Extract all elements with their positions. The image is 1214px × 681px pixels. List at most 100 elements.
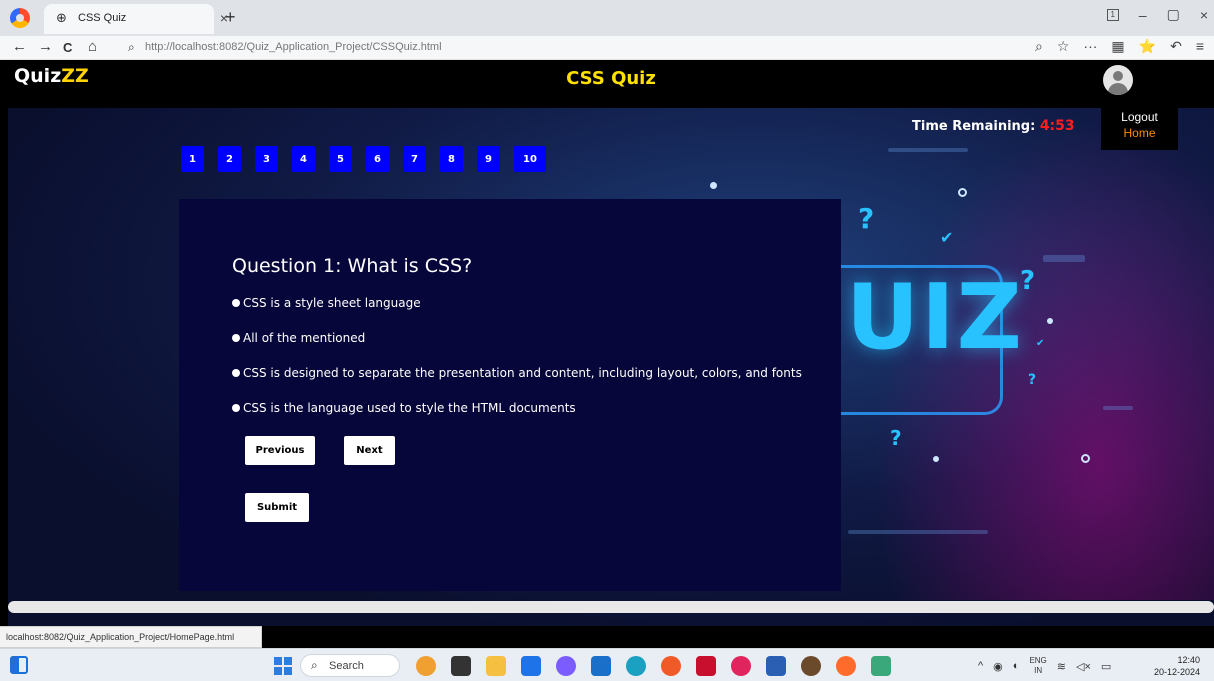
wifi-icon[interactable]: ≋ — [1057, 660, 1066, 673]
question-number-button[interactable]: 6 — [366, 146, 389, 172]
widgets-icon[interactable] — [10, 656, 28, 674]
search-icon: ⌕ — [311, 658, 318, 672]
question-number-button[interactable]: 5 — [329, 146, 352, 172]
tab-count-icon[interactable]: 1 — [1106, 8, 1119, 21]
question-number-button[interactable]: 4 — [292, 146, 315, 172]
lang-region: IN — [1034, 666, 1043, 675]
submit-button[interactable]: Submit — [245, 493, 309, 522]
apps-icon[interactable]: ▦ — [1111, 38, 1124, 55]
taskbar-search[interactable]: ⌕ Search — [300, 654, 400, 677]
home-link[interactable]: Home — [1101, 126, 1178, 140]
close-window-icon[interactable]: × — [1200, 7, 1208, 23]
dot-decoration — [710, 182, 717, 189]
user-menu: Logout Home — [1101, 108, 1178, 150]
browser-nav-bar: ← → C ⌂ ⌕ http://localhost:8082/Quiz_App… — [0, 36, 1214, 60]
volume-icon[interactable]: ◁× — [1076, 660, 1091, 673]
answer-option[interactable]: CSS is the language used to style the HT… — [232, 401, 802, 417]
tray-app-icon[interactable]: ◐ — [1013, 660, 1020, 672]
radio-icon[interactable] — [232, 334, 240, 342]
quiz-background-text: UIZ — [846, 265, 1024, 370]
logout-link[interactable]: Logout — [1101, 110, 1178, 124]
edge-icon[interactable] — [626, 656, 646, 676]
browser-tab-bar: ⊕ CSS Quiz × + 1 – ▢ × — [0, 0, 1214, 36]
app-icon[interactable] — [731, 656, 751, 676]
system-tray: ^ ◉ ◐ ENG IN ≋ ◁× ▭ — [978, 656, 1111, 676]
app-icon[interactable] — [871, 656, 891, 676]
answer-option-label: CSS is the language used to style the HT… — [243, 401, 576, 415]
mcafee-icon[interactable] — [696, 656, 716, 676]
ring-decoration — [1081, 454, 1090, 463]
start-icon[interactable] — [274, 657, 292, 675]
question-number-button[interactable]: 10 — [514, 146, 546, 172]
question-number-button[interactable]: 7 — [403, 146, 426, 172]
battery-icon[interactable]: ▭ — [1101, 660, 1111, 673]
chevron-up-icon[interactable]: ^ — [978, 660, 983, 672]
answer-option-label: CSS is designed to separate the presenta… — [243, 366, 802, 380]
store-icon[interactable] — [591, 656, 611, 676]
address-bar[interactable]: http://localhost:8082/Quiz_Application_P… — [145, 41, 442, 53]
home-icon[interactable]: ⌂ — [88, 38, 97, 55]
menu-icon[interactable]: ≡ — [1196, 38, 1204, 55]
quiz-panel: Question 1: What is CSS? CSS is a style … — [179, 199, 841, 591]
question-number-button[interactable]: 8 — [440, 146, 463, 172]
checkmark-icon: ✔ — [1036, 338, 1045, 349]
status-url: localhost:8082/Quiz_Application_Project/… — [6, 632, 235, 642]
streak-decoration — [848, 530, 988, 534]
app-icon[interactable] — [416, 656, 436, 676]
streak-decoration — [888, 148, 968, 152]
word-icon[interactable] — [766, 656, 786, 676]
clock-time: 12:40 — [1177, 655, 1200, 665]
answer-option[interactable]: CSS is a style sheet language — [232, 296, 802, 312]
radio-icon[interactable] — [232, 299, 240, 307]
question-number-button[interactable]: 3 — [255, 146, 278, 172]
streak-decoration — [1043, 255, 1085, 262]
question-mark-icon: ? — [858, 202, 875, 235]
browser-toolbar-icons: ⌕ ☆ ··· ▦ ⭐ ↶ ≡ — [1035, 38, 1204, 55]
horizontal-scrollbar[interactable] — [8, 601, 1214, 613]
user-avatar-icon[interactable] — [1103, 65, 1133, 95]
question-mark-icon: ? — [1028, 372, 1037, 388]
answer-option[interactable]: CSS is designed to separate the presenta… — [232, 366, 802, 382]
next-button[interactable]: Next — [344, 436, 395, 465]
page-content: QuizZZ CSS Quiz Logout Home Time Remaini… — [8, 60, 1214, 626]
radio-icon[interactable] — [232, 404, 240, 412]
favorites-icon[interactable]: ⭐ — [1139, 38, 1156, 55]
more-icon[interactable]: ··· — [1083, 38, 1097, 55]
browser-app-icon[interactable] — [661, 656, 681, 676]
checkmark-icon: ✔ — [940, 230, 954, 247]
new-tab-icon[interactable]: + — [225, 7, 236, 28]
bookmark-icon[interactable]: ☆ — [1057, 38, 1070, 55]
lang-code: ENG — [1029, 656, 1047, 665]
answer-options: CSS is a style sheet language All of the… — [232, 296, 802, 436]
undo-icon[interactable]: ↶ — [1170, 38, 1182, 55]
copilot-icon[interactable] — [556, 656, 576, 676]
browser-app-icon[interactable] — [836, 656, 856, 676]
forward-icon[interactable]: → — [38, 38, 53, 55]
tray-app-icon[interactable]: ◉ — [993, 660, 1003, 673]
browser-tab[interactable]: ⊕ CSS Quiz × — [44, 4, 228, 34]
reload-icon[interactable]: C — [63, 40, 72, 55]
file-explorer-icon[interactable] — [486, 656, 506, 676]
app-icon[interactable] — [521, 656, 541, 676]
language-indicator[interactable]: ENG IN — [1029, 656, 1046, 676]
previous-button[interactable]: Previous — [245, 436, 315, 465]
browser-logo-icon[interactable] — [10, 8, 30, 28]
question-number-button[interactable]: 2 — [218, 146, 241, 172]
restore-icon[interactable]: ▢ — [1167, 6, 1180, 23]
answer-option[interactable]: All of the mentioned — [232, 331, 802, 347]
question-text: Question 1: What is CSS? — [232, 255, 473, 277]
app-icon[interactable] — [801, 656, 821, 676]
globe-icon: ⊕ — [56, 10, 67, 25]
zoom-icon[interactable]: ⌕ — [1035, 38, 1043, 55]
task-view-icon[interactable] — [451, 656, 471, 676]
question-nav: 1 2 3 4 5 6 7 8 9 10 — [181, 146, 546, 172]
answer-option-label: All of the mentioned — [243, 331, 366, 345]
answer-option-label: CSS is a style sheet language — [243, 296, 421, 310]
minimize-icon[interactable]: – — [1139, 7, 1147, 23]
back-icon[interactable]: ← — [12, 38, 27, 55]
clock[interactable]: 12:40 20-12-2024 — [1154, 654, 1200, 678]
streak-decoration — [1103, 406, 1133, 410]
radio-icon[interactable] — [232, 369, 240, 377]
question-number-button[interactable]: 1 — [181, 146, 204, 172]
question-number-button[interactable]: 9 — [477, 146, 500, 172]
